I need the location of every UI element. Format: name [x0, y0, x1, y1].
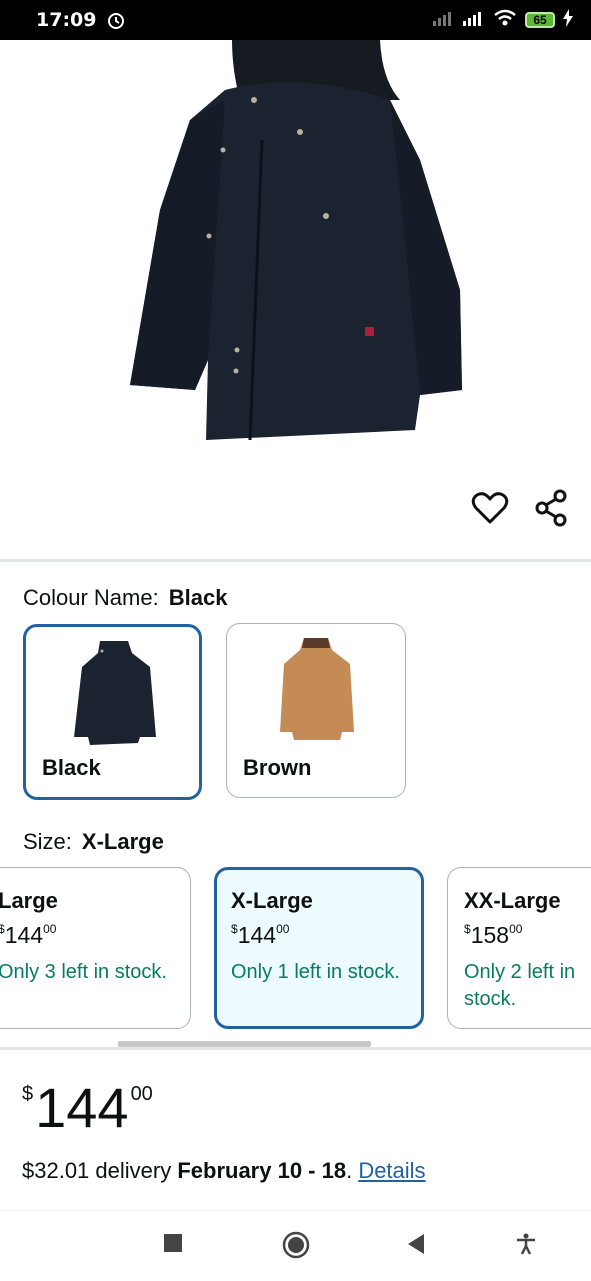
signal-icon: [463, 10, 485, 31]
delivery-details-link[interactable]: Details: [358, 1158, 425, 1183]
brown-jacket-thumbnail: [280, 638, 354, 740]
charging-icon: [563, 8, 573, 32]
stock-status: Only 3 left in stock.: [0, 961, 167, 983]
wifi-icon: [493, 9, 517, 32]
status-time: 17:09: [36, 9, 97, 31]
swatch-brown[interactable]: Brown: [226, 623, 406, 798]
size-card-x-large[interactable]: X-Large $14400 Only 1 left in stock.: [214, 867, 424, 1029]
heart-icon[interactable]: [470, 488, 510, 533]
size-value: X-Large: [81, 829, 164, 854]
alarm-icon: [106, 10, 126, 30]
accessibility-icon[interactable]: [515, 1233, 537, 1260]
colour-value: Black: [168, 585, 228, 610]
swatch-black[interactable]: Black: [23, 624, 202, 800]
size-name: X-Large: [231, 888, 313, 913]
delivery-separator: .: [346, 1158, 359, 1183]
size-price: $14400: [231, 922, 290, 948]
price-currency: $: [22, 1083, 34, 1105]
size-name: Large: [0, 888, 58, 913]
swatch-label: Black: [42, 755, 101, 780]
signal-icon: [433, 10, 455, 31]
product-image[interactable]: [0, 40, 591, 520]
recents-icon[interactable]: [163, 1233, 183, 1258]
size-label: Size:: [23, 829, 72, 854]
size-card-xx-large[interactable]: XX-Large $15800 Only 2 left in stock.: [447, 867, 591, 1029]
swatch-label: Brown: [243, 755, 312, 780]
battery-icon: 65: [525, 12, 555, 28]
colour-label-row: Colour Name: Black: [23, 585, 227, 611]
size-card-large[interactable]: Large $14400 Only 3 left in stock.: [0, 867, 191, 1029]
colour-label: Colour Name:: [23, 585, 159, 610]
size-price: $15800: [464, 922, 523, 948]
size-label-row: Size: X-Large: [23, 829, 164, 855]
delivery-info: $32.01 delivery February 10 - 18. Detail…: [22, 1158, 426, 1184]
black-jacket-thumbnail: [74, 641, 156, 745]
price-whole: 144: [35, 1076, 129, 1139]
divider: [0, 559, 591, 562]
product-price: $ 144 00: [22, 1075, 153, 1140]
back-icon[interactable]: [406, 1233, 426, 1260]
system-nav-bar: [0, 1210, 591, 1281]
status-bar: 17:09 65: [0, 0, 591, 40]
delivery-dates: February 10 - 18: [177, 1158, 347, 1183]
stock-status: Only 1 left in stock.: [231, 961, 400, 983]
status-icons: 65: [433, 8, 573, 32]
divider: [0, 1047, 591, 1050]
share-icon[interactable]: [532, 488, 572, 533]
size-name: XX-Large: [464, 888, 561, 913]
delivery-cost: $32.01 delivery: [22, 1158, 178, 1183]
price-fraction: 00: [130, 1083, 153, 1105]
size-price: $14400: [0, 922, 57, 948]
stock-status: Only 2 left in stock.: [464, 961, 576, 1010]
home-icon[interactable]: [282, 1231, 310, 1264]
